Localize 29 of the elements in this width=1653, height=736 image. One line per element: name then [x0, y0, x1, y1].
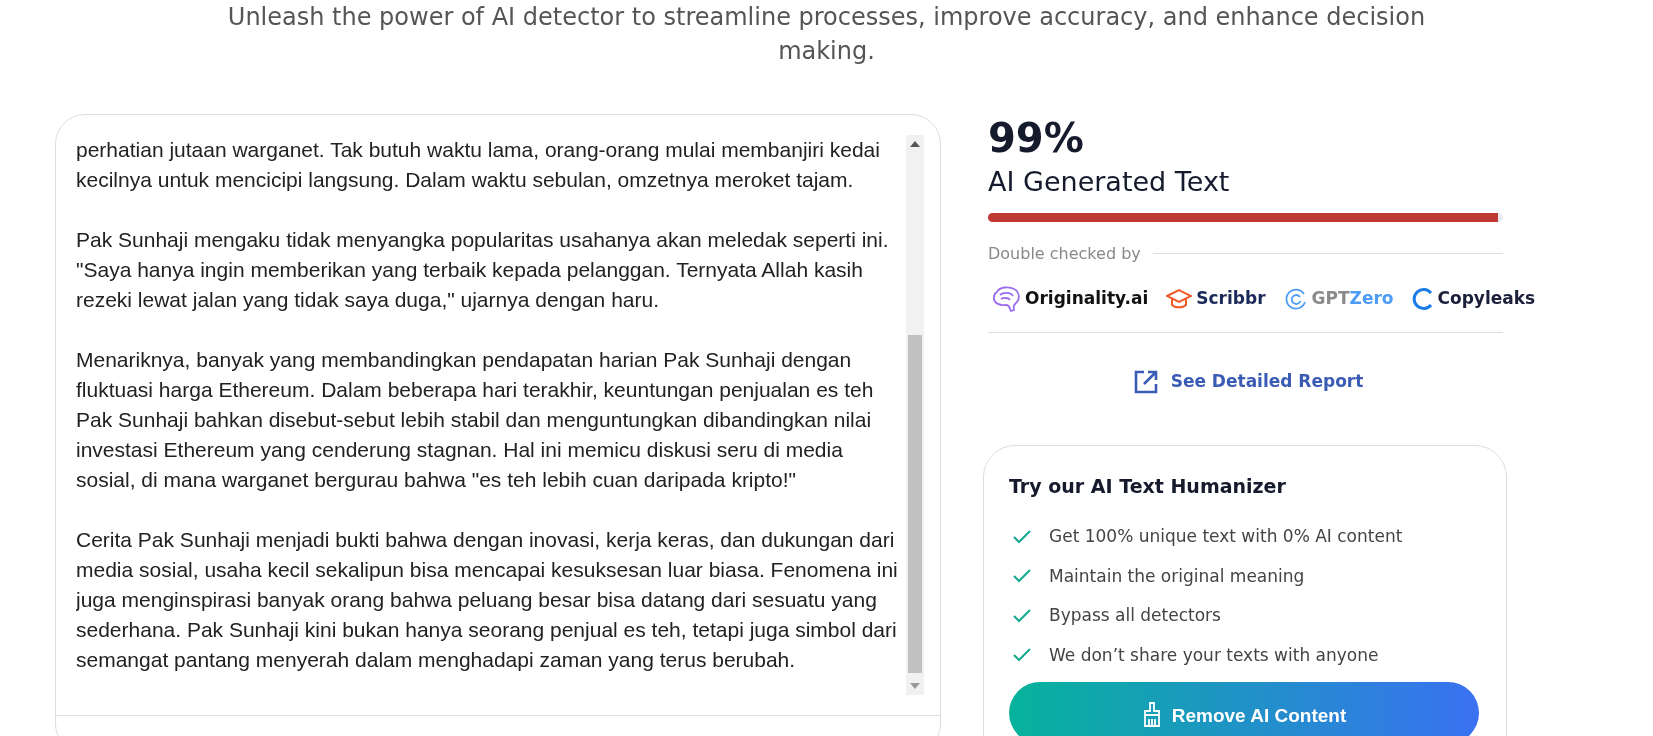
- check-icon: [1013, 608, 1031, 623]
- double-checked-label: Double checked by: [988, 242, 1141, 265]
- brand-name: GPTZero: [1311, 286, 1394, 310]
- check-icon: [1013, 648, 1031, 663]
- logo-icon: [1166, 287, 1193, 310]
- scroll-up-icon[interactable]: [910, 141, 920, 147]
- scrollbar[interactable]: [906, 135, 924, 695]
- humanizer-title: Try our AI Text Humanizer: [1009, 473, 1287, 499]
- check-icon: [1013, 569, 1031, 584]
- feature-text: Maintain the original meaning: [1049, 564, 1305, 588]
- external-link-icon: [1132, 368, 1159, 395]
- check-icon: [1013, 529, 1031, 544]
- scroll-down-icon[interactable]: [910, 683, 920, 689]
- feature-text: Get 100% unique text with 0% AI content: [1049, 525, 1403, 548]
- feature-text: Bypass all detectors: [1049, 604, 1221, 627]
- score-label: AI Generated Text: [987, 165, 1231, 199]
- logo-icon: [991, 285, 1021, 312]
- detailed-report-link[interactable]: See Detailed Report: [1132, 368, 1364, 395]
- logo-icon: [1283, 286, 1308, 311]
- brand-name: Scribbr: [1196, 286, 1266, 310]
- scrollbar-thumb[interactable]: [908, 335, 922, 673]
- brush-icon: [1141, 702, 1162, 728]
- subtitle: Unleash the power of AI detector to streamline processes, improve accuracy, and enhance decision making.: [226, 2, 1427, 67]
- feature-text: We don’t share your texts with anyone: [1049, 643, 1379, 667]
- logo-icon: [1411, 286, 1434, 311]
- brand-name: Originality.ai: [1025, 286, 1149, 310]
- score-value: 99%: [987, 114, 1085, 162]
- remove-ai-content-button[interactable]: Remove AI Content: [1009, 682, 1479, 736]
- brand-name: Copyleaks: [1437, 286, 1536, 310]
